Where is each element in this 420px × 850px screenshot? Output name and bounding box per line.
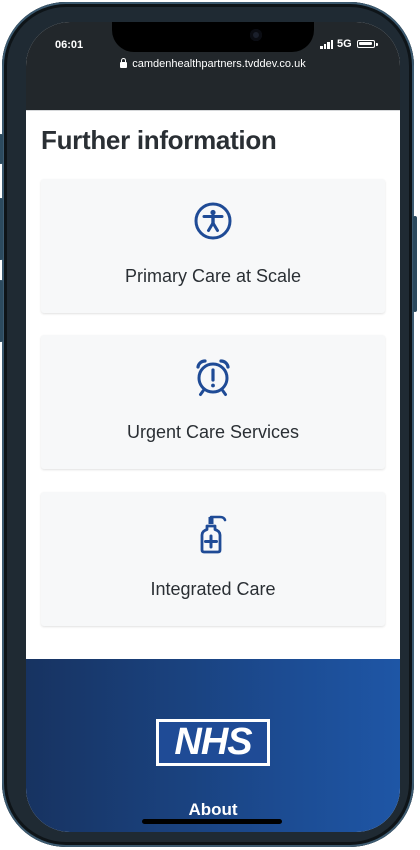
card-urgent-care-services[interactable]: Urgent Care Services bbox=[41, 335, 385, 469]
card-primary-care-at-scale[interactable]: Primary Care at Scale bbox=[41, 179, 385, 313]
nhs-logo-text: NHS bbox=[159, 722, 267, 763]
camera-icon bbox=[250, 29, 262, 41]
url-text: camdenhealthpartners.tvddev.co.uk bbox=[132, 58, 306, 70]
status-time: 06:01 bbox=[55, 39, 84, 51]
home-indicator[interactable] bbox=[142, 819, 282, 824]
phone-screen: 06:01 5G camdenhealthpartners.tvddev.co.… bbox=[26, 22, 400, 832]
alarm-clock-icon bbox=[196, 359, 230, 396]
card-label: Urgent Care Services bbox=[126, 422, 300, 442]
nhs-logo[interactable]: NHS bbox=[156, 719, 270, 766]
volume-up-button bbox=[0, 198, 3, 260]
footer-about-heading[interactable]: About bbox=[26, 800, 400, 820]
network-type: 5G bbox=[337, 38, 352, 50]
address-bar[interactable]: camdenhealthpartners.tvddev.co.uk bbox=[26, 58, 400, 70]
card-label: Primary Care at Scale bbox=[124, 266, 302, 286]
notch bbox=[112, 22, 314, 52]
status-bar: 06:01 5G camdenhealthpartners.tvddev.co.… bbox=[26, 22, 400, 110]
power-button bbox=[413, 216, 417, 312]
volume-down-button bbox=[0, 280, 3, 342]
site-footer: NHS About bbox=[26, 659, 400, 832]
header-divider bbox=[26, 110, 400, 111]
accessibility-icon bbox=[194, 202, 232, 240]
silent-switch bbox=[0, 134, 3, 164]
battery-icon bbox=[357, 40, 378, 48]
lock-icon bbox=[120, 58, 128, 68]
phone-frame: 06:01 5G camdenhealthpartners.tvddev.co.… bbox=[0, 2, 417, 847]
section-title: Further information bbox=[41, 125, 277, 155]
card-label: Integrated Care bbox=[150, 579, 276, 599]
card-integrated-care[interactable]: Integrated Care bbox=[41, 492, 385, 626]
signal-icon bbox=[320, 40, 334, 49]
sanitizer-bottle-icon bbox=[200, 515, 227, 554]
